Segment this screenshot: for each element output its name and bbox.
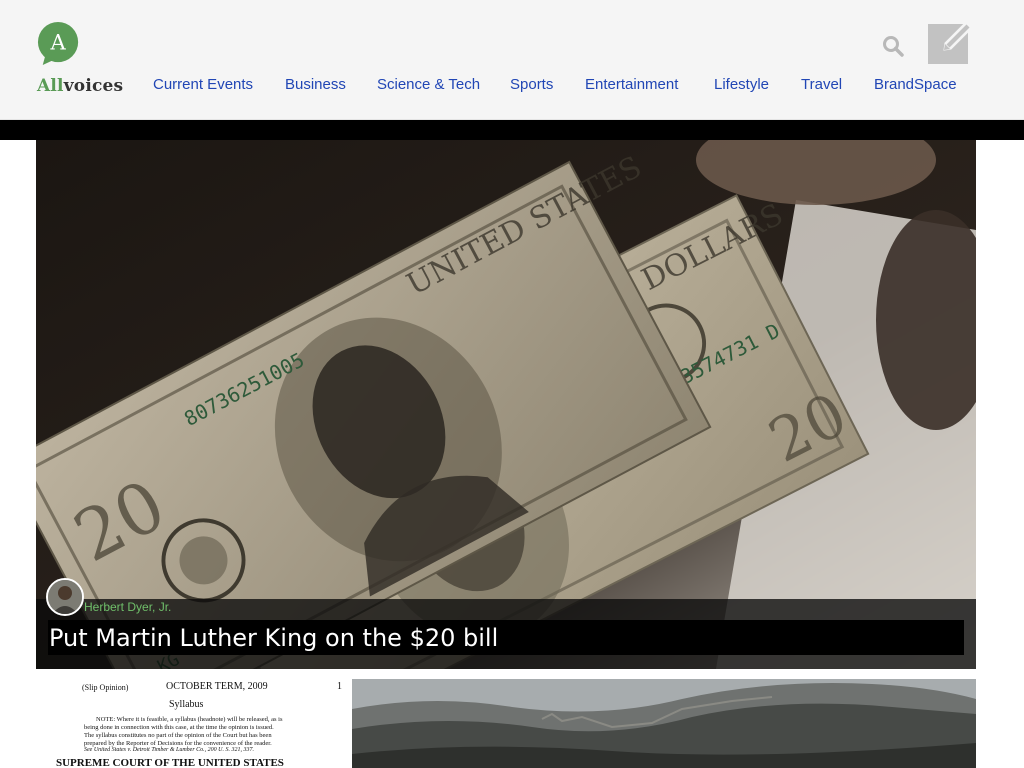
author-name[interactable]: Herbert Dyer, Jr. <box>84 600 171 614</box>
headline-box: Put Martin Luther King on the $20 bill <box>48 620 964 655</box>
doc-note-3: The syllabus constitutes no part of the … <box>84 732 272 739</box>
logo-letter: A <box>49 30 66 55</box>
great-wall-story-card[interactable] <box>352 679 976 768</box>
nav-business[interactable]: Business <box>285 76 346 93</box>
logo-wordmark: Allvoices <box>37 76 123 96</box>
pencil-icon[interactable] <box>928 16 976 64</box>
nav-travel[interactable]: Travel <box>801 76 842 93</box>
logo-voices: voices <box>63 76 124 96</box>
nav-lifestyle[interactable]: Lifestyle <box>714 76 769 93</box>
doc-note-2: being done in connection with this case,… <box>84 724 274 731</box>
doc-syllabus: Syllabus <box>169 699 204 710</box>
featured-story[interactable]: TWENTY DOLLARS ED 63574731 D 20 20 80736… <box>36 140 976 669</box>
search-icon[interactable] <box>881 34 905 58</box>
site-logo[interactable]: A Allvoices <box>34 22 124 98</box>
nav-sports[interactable]: Sports <box>510 76 553 93</box>
featured-meta: Herbert Dyer, Jr. Put Martin Luther King… <box>36 578 976 669</box>
header-divider-bar <box>0 120 1024 140</box>
site-header: A Allvoices Current Events Business Scie… <box>0 0 1024 120</box>
logo-bubble-icon: A <box>37 22 79 66</box>
featured-headline[interactable]: Put Martin Luther King on the $20 bill <box>49 624 498 652</box>
twenty-dollar-bills-photo: TWENTY DOLLARS ED 63574731 D 20 20 80736… <box>36 140 976 669</box>
doc-court: SUPREME COURT OF THE UNITED STATES <box>56 757 284 768</box>
doc-slip: (Slip Opinion) <box>82 683 129 692</box>
author-avatar[interactable] <box>46 578 84 616</box>
document-story-card[interactable]: (Slip Opinion) OCTOBER TERM, 2009 1 Syll… <box>36 679 352 768</box>
logo-all: All <box>37 76 64 96</box>
great-wall-photo <box>352 679 976 768</box>
doc-note-4: prepared by the Reporter of Decisions fo… <box>84 740 272 747</box>
nav-brandspace[interactable]: BrandSpace <box>874 76 957 93</box>
doc-note-1: NOTE: Where it is feasible, a syllabus (… <box>96 716 283 723</box>
nav-current-events[interactable]: Current Events <box>153 76 253 93</box>
nav-science-tech[interactable]: Science & Tech <box>377 76 480 93</box>
avatar-image <box>48 580 82 614</box>
nav-entertainment[interactable]: Entertainment <box>585 76 678 93</box>
doc-term: OCTOBER TERM, 2009 <box>166 681 268 692</box>
doc-note-5: See United States v. Detroit Timber & Lu… <box>84 747 254 753</box>
doc-page: 1 <box>337 681 342 692</box>
